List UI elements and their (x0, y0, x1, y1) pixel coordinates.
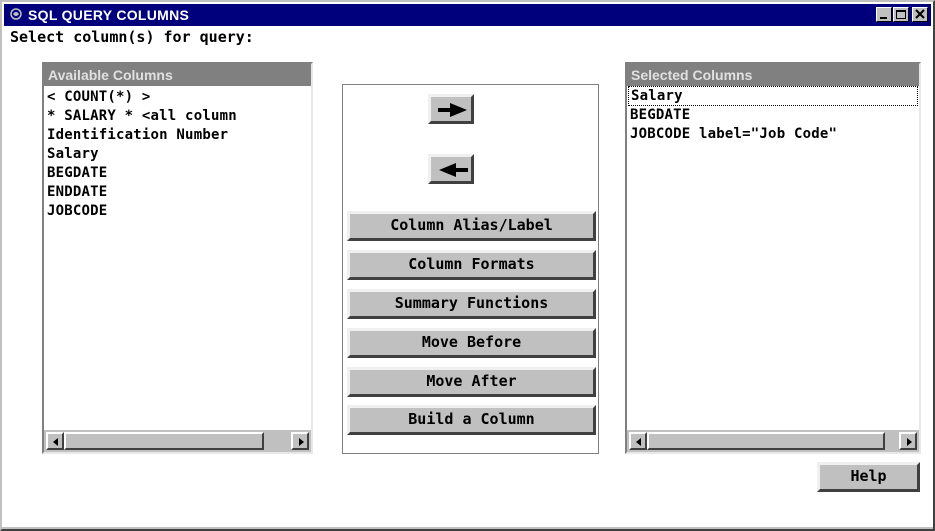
column-alias-label-button[interactable]: Column Alias/Label (347, 211, 596, 241)
button-label: Move After (426, 372, 517, 390)
move-after-button[interactable]: Move After (347, 367, 596, 397)
right-arrow-icon (438, 103, 467, 117)
list-item[interactable]: BEGDATE (44, 164, 311, 183)
button-label: Column Formats (408, 255, 535, 273)
scroll-thumb[interactable] (647, 432, 885, 450)
move-before-button[interactable]: Move Before (347, 328, 596, 358)
build-a-column-button[interactable]: Build a Column (347, 405, 596, 435)
button-label: Build a Column (408, 410, 535, 428)
close-button[interactable] (912, 7, 928, 22)
select-columns-prompt: Select column(s) for query: (10, 28, 254, 46)
scroll-left-button[interactable] (629, 432, 647, 450)
column-formats-button[interactable]: Column Formats (347, 250, 596, 280)
list-item[interactable]: * SALARY * <all column (44, 107, 311, 126)
remove-column-button[interactable] (428, 154, 474, 184)
list-item[interactable]: BEGDATE (627, 106, 919, 125)
list-item[interactable]: Salary (628, 86, 918, 106)
button-label: Summary Functions (394, 294, 549, 312)
scroll-right-icon (299, 438, 304, 446)
list-item[interactable]: JOBCODE label="Job Code" (627, 125, 919, 144)
window-bottom-border (2, 527, 933, 529)
selected-columns-header: Selected Columns (627, 64, 919, 86)
maximize-button[interactable] (893, 7, 909, 22)
sas-icon (10, 8, 22, 20)
close-icon (915, 9, 925, 19)
selected-horizontal-scrollbar[interactable] (629, 432, 917, 450)
available-columns-body[interactable]: < COUNT(*) > * SALARY * <all column Iden… (44, 86, 311, 430)
add-column-button[interactable] (428, 94, 474, 124)
button-label: Column Alias/Label (390, 216, 553, 234)
selected-columns-list[interactable]: Selected Columns Salary BEGDATE JOBCODE … (625, 62, 921, 454)
actions-panel: Column Alias/Label Column Formats Summar… (342, 84, 599, 454)
summary-functions-button[interactable]: Summary Functions (347, 289, 596, 319)
scroll-right-button[interactable] (899, 432, 917, 450)
scroll-right-icon (907, 438, 912, 446)
available-columns-header: Available Columns (44, 64, 311, 86)
sql-query-columns-window: SQL QUERY COLUMNS Select column(s) for q… (0, 0, 935, 531)
available-horizontal-scrollbar[interactable] (46, 432, 309, 450)
minimize-button[interactable] (876, 7, 892, 22)
window-title: SQL QUERY COLUMNS (28, 7, 190, 23)
minimize-icon (880, 17, 887, 19)
left-arrow-icon (439, 163, 468, 177)
scroll-left-icon (53, 438, 58, 446)
help-button[interactable]: Help (817, 462, 920, 492)
scroll-right-button[interactable] (291, 432, 309, 450)
maximize-icon (896, 10, 906, 19)
list-item[interactable]: JOBCODE (44, 202, 311, 221)
list-item[interactable]: Identification Number (44, 126, 311, 145)
scroll-left-icon (636, 438, 641, 446)
available-columns-list[interactable]: Available Columns < COUNT(*) > * SALARY … (42, 62, 313, 454)
scroll-left-button[interactable] (46, 432, 64, 450)
list-item[interactable]: < COUNT(*) > (44, 86, 311, 107)
button-label: Move Before (421, 333, 522, 351)
scroll-thumb[interactable] (64, 432, 264, 450)
list-item[interactable]: ENDDATE (44, 183, 311, 202)
list-item[interactable]: Salary (44, 145, 311, 164)
selected-columns-body[interactable]: Salary BEGDATE JOBCODE label="Job Code" (627, 86, 919, 430)
title-bar[interactable]: SQL QUERY COLUMNS (4, 4, 931, 26)
